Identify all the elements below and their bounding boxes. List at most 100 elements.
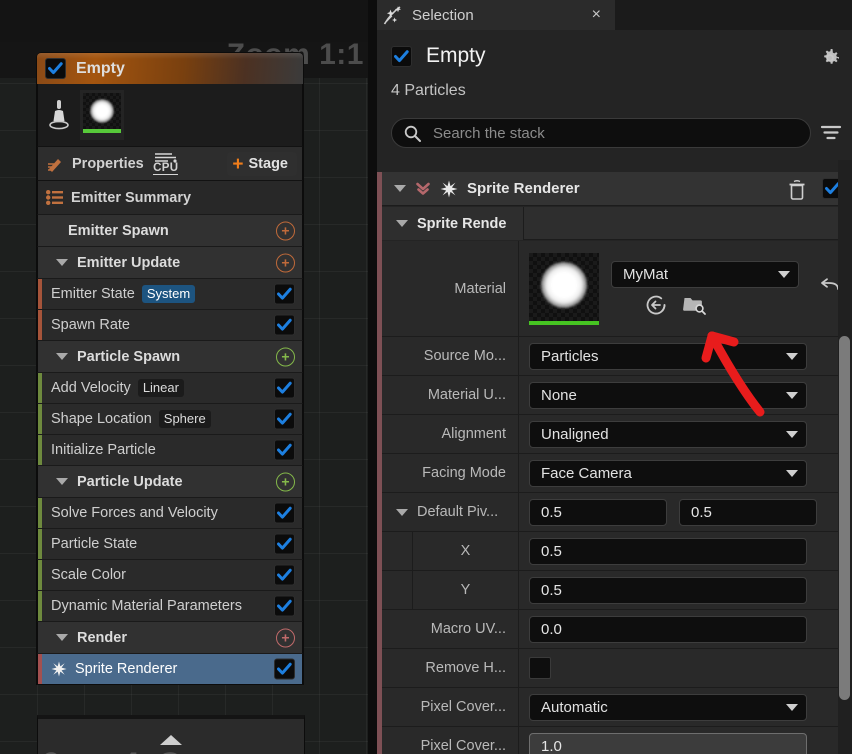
- add-module-button[interactable]: +: [276, 253, 295, 272]
- browse-to-asset-icon[interactable]: [683, 294, 707, 316]
- stack-group-row[interactable]: Particle Update +: [37, 465, 303, 497]
- cpu-sim-target-icon[interactable]: CPU: [153, 152, 179, 175]
- material-asset-combo[interactable]: MyMat: [611, 261, 799, 288]
- property-number-input[interactable]: 0.0: [529, 615, 807, 643]
- module-enabled-checkbox[interactable]: [274, 439, 295, 461]
- property-row[interactable]: Pixel Cover... 1.0: [382, 727, 852, 754]
- property-row[interactable]: Remove H...: [382, 649, 852, 688]
- double-chevron-down-icon[interactable]: [415, 181, 431, 197]
- property-row[interactable]: Source Mo... Particles: [382, 337, 852, 376]
- module-enabled-checkbox[interactable]: [274, 564, 295, 586]
- stack-module-row[interactable]: Add Velocity Linear: [37, 372, 303, 403]
- property-number-input-x[interactable]: 0.5: [529, 498, 667, 526]
- module-accent-bar: [38, 279, 42, 309]
- collapse-chevron-up-icon[interactable]: [160, 735, 182, 745]
- property-row[interactable]: Alignment Unaligned: [382, 415, 852, 454]
- tab-selection[interactable]: Selection ×: [377, 0, 615, 30]
- stack-module-row[interactable]: Emitter State System: [37, 278, 303, 309]
- add-module-button[interactable]: +: [276, 472, 295, 491]
- property-combo[interactable]: None: [529, 381, 807, 409]
- use-selected-asset-icon[interactable]: [645, 294, 667, 316]
- stack-module-row[interactable]: Initialize Particle: [37, 434, 303, 465]
- emitter-thumbnail[interactable]: [83, 93, 121, 133]
- stack-module-row[interactable]: Spawn Rate: [37, 309, 303, 340]
- stack-module-row[interactable]: Scale Color: [37, 559, 303, 590]
- module-enabled-checkbox[interactable]: [274, 533, 295, 555]
- property-label-cell[interactable]: Default Piv...: [382, 493, 519, 531]
- emitter-enabled-checkbox[interactable]: [45, 58, 66, 79]
- stack-module-label: Add Velocity: [51, 380, 131, 396]
- caret-down-icon[interactable]: [56, 634, 68, 641]
- property-row[interactable]: Default Piv... 0.5 0.5: [382, 493, 852, 532]
- search-the-stack-field[interactable]: [391, 118, 811, 148]
- property-combo[interactable]: Face Camera: [529, 459, 807, 487]
- property-number-input-y[interactable]: 0.5: [679, 498, 817, 526]
- caret-down-icon[interactable]: [394, 185, 406, 192]
- module-enabled-checkbox[interactable]: [274, 502, 295, 524]
- caret-down-icon[interactable]: [56, 259, 68, 266]
- module-enabled-checkbox[interactable]: [274, 595, 295, 617]
- stack-module-row[interactable]: Particle State: [37, 528, 303, 559]
- add-module-button[interactable]: +: [276, 221, 295, 240]
- emitter-properties-row[interactable]: Properties CPU + Stage: [37, 146, 303, 180]
- trash-icon[interactable]: [788, 180, 806, 205]
- module-enabled-checkbox[interactable]: [274, 658, 295, 680]
- emitter-summary-row[interactable]: Emitter Summary: [37, 180, 303, 214]
- property-number-input[interactable]: 1.0: [529, 732, 807, 754]
- stack-group-label: Render: [77, 629, 127, 646]
- property-row[interactable]: Pixel Cover... Automatic: [382, 688, 852, 727]
- sprite-renderer-stack-header[interactable]: Sprite Renderer: [382, 172, 852, 206]
- property-row[interactable]: Y 0.5: [382, 571, 852, 610]
- module-enabled-checkbox[interactable]: [274, 283, 295, 305]
- reset-to-default-icon[interactable]: [818, 275, 840, 300]
- emitter-node-footer[interactable]: 9 ∨ 4 C: [37, 715, 305, 754]
- property-label-cell: Facing Mode: [382, 454, 519, 492]
- close-icon[interactable]: ×: [592, 4, 601, 26]
- property-label-cell: X: [382, 532, 519, 570]
- property-row[interactable]: Macro UV... 0.0: [382, 610, 852, 649]
- stack-group-row[interactable]: Render +: [37, 621, 303, 653]
- property-number-input[interactable]: 0.5: [529, 537, 807, 565]
- stack-module-row[interactable]: Solve Forces and Velocity: [37, 497, 303, 528]
- stack-group-row[interactable]: Emitter Spawn +: [37, 214, 303, 246]
- emitter-thumbnail-box[interactable]: [80, 90, 124, 140]
- emitter-node[interactable]: Empty Properties CPU + Stage Emitter Sum…: [37, 53, 303, 684]
- property-value: Particles: [541, 347, 599, 365]
- module-enabled-checkbox[interactable]: [274, 314, 295, 336]
- stack-module-row[interactable]: Dynamic Material Parameters: [37, 590, 303, 621]
- material-thumbnail[interactable]: [529, 252, 599, 325]
- property-row-material[interactable]: Material MyMat: [382, 241, 852, 337]
- caret-down-icon[interactable]: [396, 220, 408, 227]
- property-combo[interactable]: Unaligned: [529, 420, 807, 448]
- caret-down-icon[interactable]: [56, 478, 68, 485]
- stack-group-row[interactable]: Emitter Update +: [37, 246, 303, 278]
- stack-module-row[interactable]: Shape Location Sphere: [37, 403, 303, 434]
- add-module-button[interactable]: +: [276, 347, 295, 366]
- sprite-renderer-subgroup-row[interactable]: Sprite Rende: [382, 207, 852, 240]
- property-row[interactable]: Material U... None: [382, 376, 852, 415]
- stack-module-row[interactable]: Sprite Renderer: [37, 653, 303, 684]
- selection-enabled-checkbox[interactable]: [391, 45, 412, 67]
- caret-down-icon[interactable]: [56, 353, 68, 360]
- property-value-cell: Face Camera: [519, 454, 852, 492]
- niagara-system-graph-panel[interactable]: Zoom 1:1 Empty: [0, 0, 368, 754]
- add-stage-button[interactable]: + Stage: [227, 152, 297, 176]
- property-number-input[interactable]: 0.5: [529, 576, 807, 604]
- caret-down-icon[interactable]: [396, 508, 408, 516]
- emitter-node-title-bar[interactable]: Empty: [37, 53, 303, 84]
- filter-icon[interactable]: [820, 122, 842, 149]
- search-input[interactable]: [431, 123, 785, 143]
- add-module-button[interactable]: +: [276, 628, 295, 647]
- property-row[interactable]: X 0.5: [382, 532, 852, 571]
- property-combo[interactable]: Particles: [529, 342, 807, 370]
- selection-scrollbar-thumb[interactable]: [839, 336, 850, 700]
- footer-ghost-text: 9 ∨ 4 C: [42, 745, 186, 754]
- property-row[interactable]: Facing Mode Face Camera: [382, 454, 852, 493]
- selection-scrollbar-track[interactable]: [838, 160, 852, 754]
- module-enabled-checkbox[interactable]: [274, 408, 295, 430]
- property-checkbox[interactable]: [529, 657, 551, 679]
- gear-icon[interactable]: [818, 46, 842, 75]
- stack-group-row[interactable]: Particle Spawn +: [37, 340, 303, 372]
- module-enabled-checkbox[interactable]: [274, 377, 295, 399]
- property-combo[interactable]: Automatic: [529, 693, 807, 721]
